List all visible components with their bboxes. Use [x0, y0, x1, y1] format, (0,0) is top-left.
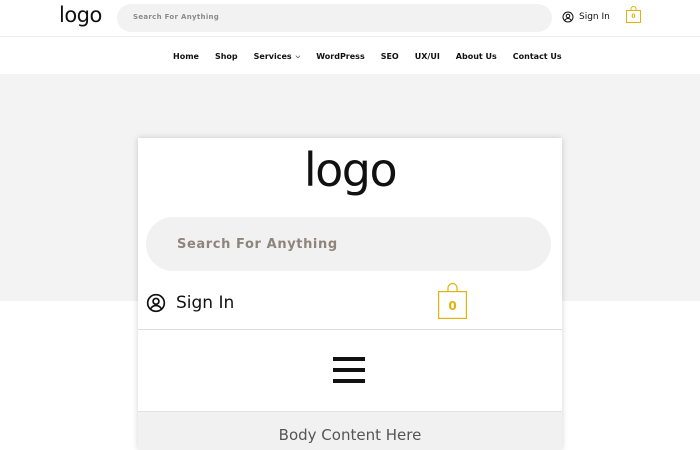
nav-label: SEO — [380, 52, 399, 61]
main-nav: Home Shop Services ⌵ WordPress SEO UX/UI … — [0, 38, 700, 74]
chevron-down-icon: ⌵ — [295, 52, 301, 60]
nav-item-shop[interactable]: Shop — [215, 52, 238, 61]
divider — [138, 329, 562, 330]
nav-label: Home — [173, 52, 199, 61]
nav-label: WordPress — [316, 52, 365, 61]
mobile-header-preview: logo Search For Anything Sign In 0 Body … — [138, 138, 562, 450]
nav-label: About Us — [455, 52, 497, 61]
user-circle-icon — [146, 293, 166, 313]
nav-label: UX/UI — [414, 52, 440, 61]
nav-label: Contact Us — [512, 52, 562, 61]
mobile-search-input[interactable]: Search For Anything — [146, 217, 551, 271]
sign-in-link[interactable]: Sign In — [562, 10, 610, 24]
nav-item-services[interactable]: Services ⌵ — [254, 52, 301, 61]
sign-in-label: Sign In — [579, 12, 610, 22]
body-content-text: Body Content Here — [278, 426, 422, 444]
mobile-cart-count: 0 — [448, 299, 457, 313]
nav-label: Services — [253, 52, 292, 61]
body-content-area: Body Content Here — [138, 411, 562, 450]
user-circle-icon — [562, 11, 574, 23]
mobile-sign-in-label: Sign In — [176, 293, 235, 313]
search-placeholder: Search For Anything — [133, 13, 220, 21]
top-header: logo Search For Anything Sign In 0 — [0, 0, 700, 37]
cart-count: 0 — [631, 13, 636, 20]
nav-item-contact-us[interactable]: Contact Us — [513, 52, 562, 61]
hamburger-icon[interactable] — [333, 357, 365, 385]
nav-item-wordpress[interactable]: WordPress — [316, 52, 364, 61]
mobile-cart-button[interactable]: 0 — [438, 283, 467, 319]
mobile-logo[interactable]: logo — [138, 142, 562, 198]
search-input[interactable]: Search For Anything — [117, 4, 552, 32]
site-logo[interactable]: logo — [59, 3, 102, 27]
nav-label: Shop — [214, 52, 238, 61]
mobile-search-placeholder: Search For Anything — [177, 237, 338, 252]
cart-button[interactable]: 0 — [626, 6, 641, 23]
mobile-sign-in-link[interactable]: Sign In — [146, 293, 234, 313]
nav-item-seo[interactable]: SEO — [381, 52, 399, 61]
nav-item-home[interactable]: Home — [173, 52, 199, 61]
nav-item-about-us[interactable]: About Us — [456, 52, 497, 61]
nav-item-ux-ui[interactable]: UX/UI — [415, 52, 440, 61]
